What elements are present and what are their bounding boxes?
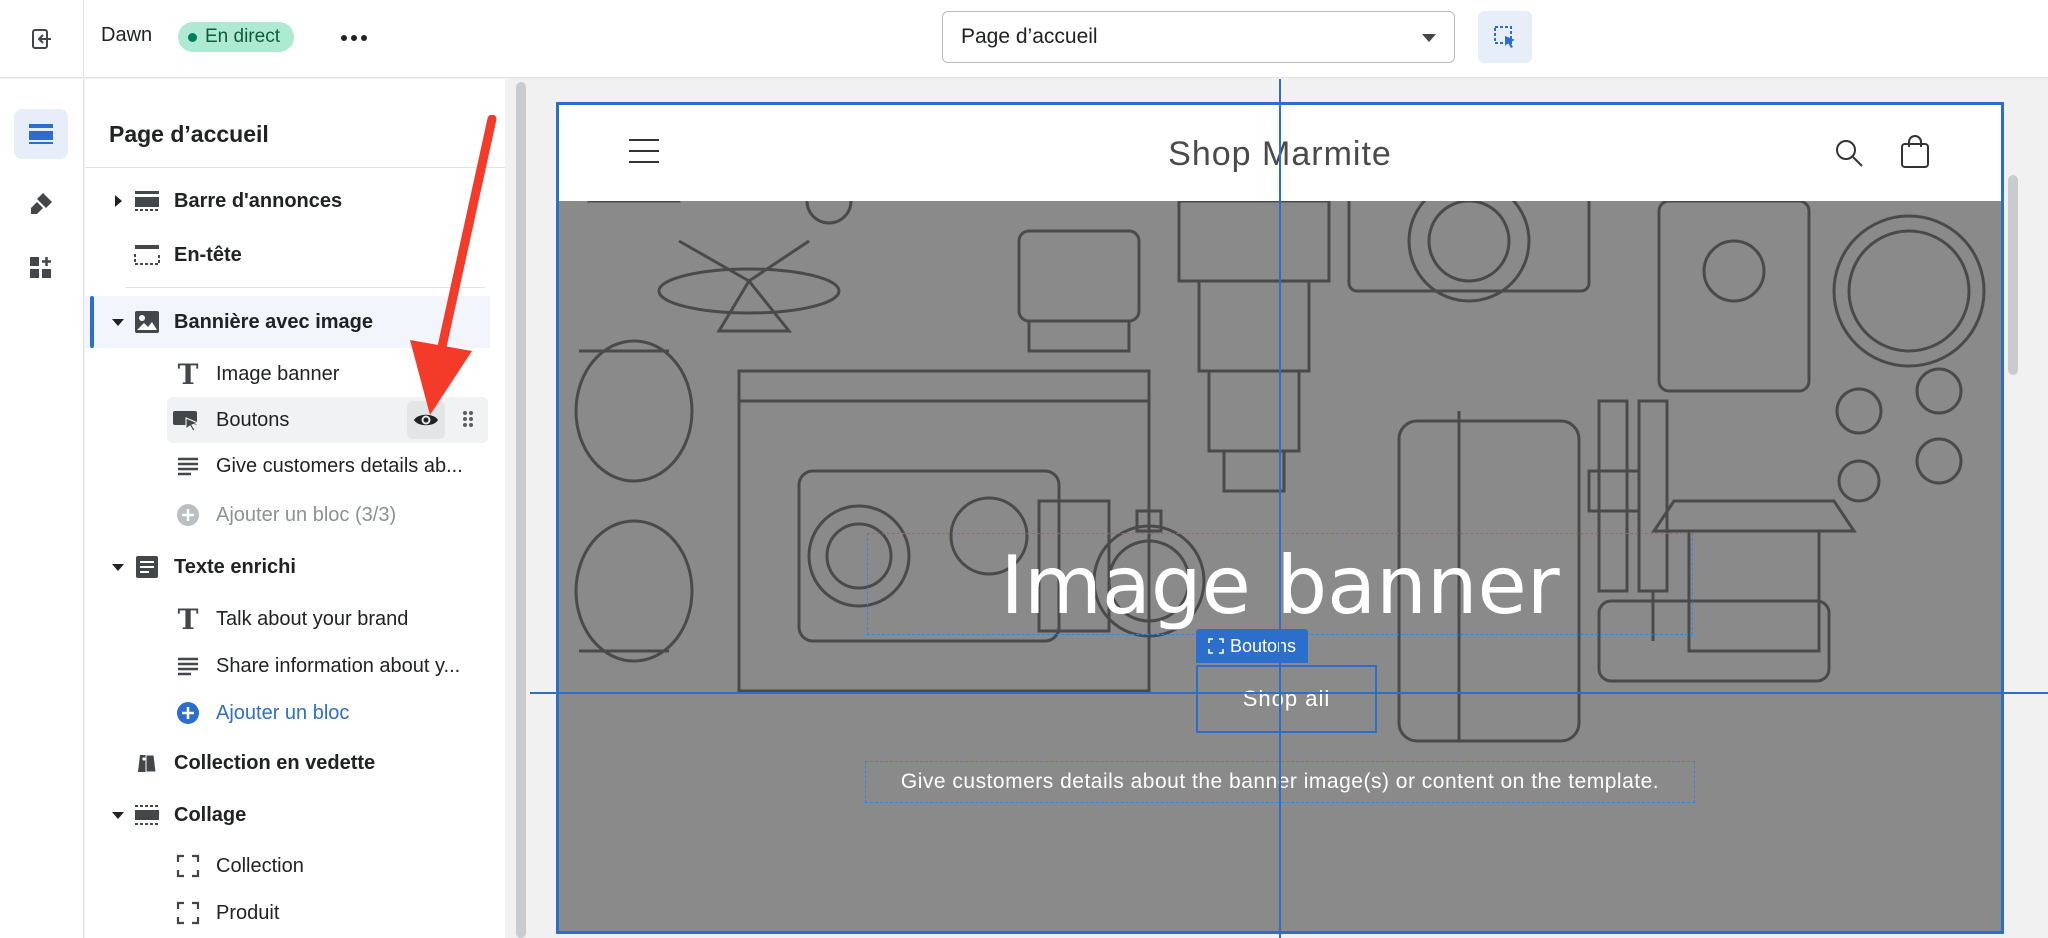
rich-text-icon xyxy=(132,552,162,582)
shop-all-button[interactable]: Shop all xyxy=(1196,665,1377,733)
sidebar-title: Page d’accueil xyxy=(109,121,269,147)
block-label: Produit xyxy=(216,901,280,924)
divider xyxy=(83,0,84,78)
status-dot-icon xyxy=(188,32,197,42)
header-layout-icon xyxy=(132,240,162,270)
theme-settings-icon[interactable] xyxy=(14,179,68,229)
sidebar-scrollbar[interactable] xyxy=(516,82,526,938)
section-layout-icon xyxy=(132,800,162,830)
placeholder-frame-icon xyxy=(173,898,203,928)
alignment-guide-vertical xyxy=(1279,79,1281,938)
app-embeds-icon[interactable] xyxy=(14,243,68,293)
section-label: Bannière avec image xyxy=(174,310,373,333)
left-rail xyxy=(0,79,84,938)
selected-block-tag: Boutons xyxy=(1196,629,1309,663)
theme-name: Dawn xyxy=(101,24,153,46)
section-label: En-tête xyxy=(174,243,242,266)
section-rich-text[interactable]: Texte enrichi xyxy=(85,543,505,591)
chevron-right-icon[interactable] xyxy=(115,195,122,207)
top-bar: Dawn En direct Page d’accueil xyxy=(0,0,2048,78)
preview-scrollbar[interactable] xyxy=(2008,175,2018,375)
add-block-button[interactable]: Ajouter un bloc xyxy=(85,691,505,735)
block-brand[interactable]: T Talk about your brand xyxy=(85,597,505,641)
cart-icon[interactable] xyxy=(1899,135,1931,169)
add-block-button[interactable]: Ajouter un bloc (3/3) xyxy=(85,493,505,537)
section-featured-collection[interactable]: Collection en vedette xyxy=(85,739,505,787)
page-selector[interactable]: Page d’accueil xyxy=(942,11,1455,63)
search-icon[interactable] xyxy=(1834,138,1864,168)
more-actions-icon[interactable] xyxy=(336,22,372,54)
section-label: Texte enrichi xyxy=(174,555,296,578)
paragraph-icon xyxy=(173,651,203,681)
block-share-info[interactable]: Share information about y... xyxy=(85,644,505,688)
selected-block-tag-label: Boutons xyxy=(1230,635,1297,656)
block-label: Ajouter un bloc xyxy=(216,701,350,724)
block-collection[interactable]: Collection xyxy=(85,844,505,888)
placeholder-frame-icon xyxy=(1208,638,1224,654)
section-label: Barre d'annonces xyxy=(174,189,343,212)
section-layout-icon xyxy=(132,186,162,216)
block-label: Image banner xyxy=(216,362,340,385)
text-icon: T xyxy=(177,357,199,391)
live-status-badge: En direct xyxy=(178,22,294,52)
chevron-down-icon[interactable] xyxy=(112,811,124,819)
block-label: Boutons xyxy=(216,408,290,431)
block-description[interactable]: Give customers details ab... xyxy=(85,444,505,488)
chevron-down-icon[interactable] xyxy=(112,563,124,571)
paragraph-icon xyxy=(173,451,203,481)
annotation-arrow-icon xyxy=(410,115,497,415)
section-label: Collage xyxy=(174,803,247,826)
tag-icon xyxy=(132,748,162,778)
block-label: Ajouter un bloc (3/3) xyxy=(216,503,397,526)
plus-circle-icon xyxy=(173,500,203,530)
plus-circle-icon xyxy=(173,698,203,728)
block-label: Collection xyxy=(216,854,304,877)
block-product[interactable]: Produit xyxy=(85,891,505,935)
button-block-icon xyxy=(171,405,201,435)
block-label: Talk about your brand xyxy=(216,607,409,630)
placeholder-frame-icon xyxy=(173,851,203,881)
image-icon xyxy=(132,307,162,337)
inspector-icon[interactable] xyxy=(1478,11,1532,63)
block-label: Share information about y... xyxy=(216,654,461,677)
text-icon: T xyxy=(177,602,199,636)
section-label: Collection en vedette xyxy=(174,751,376,774)
live-badge-label: En direct xyxy=(205,26,280,47)
alignment-guide-horizontal xyxy=(530,692,2048,694)
chevron-down-icon[interactable] xyxy=(112,318,124,326)
chevron-down-icon xyxy=(1422,34,1436,42)
sections-icon[interactable] xyxy=(14,109,68,159)
exit-icon[interactable] xyxy=(20,20,64,58)
page-selector-value: Page d’accueil xyxy=(961,25,1098,48)
block-label: Give customers details ab... xyxy=(216,454,463,477)
section-collage[interactable]: Collage xyxy=(85,791,505,839)
